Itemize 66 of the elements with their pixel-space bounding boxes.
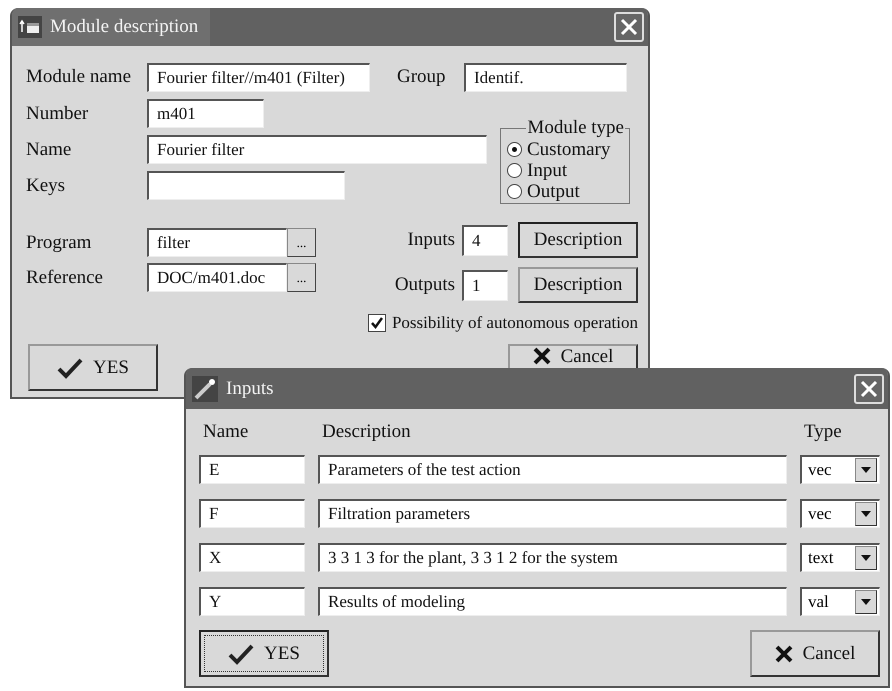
radio-button[interactable]: [507, 163, 522, 178]
description-field[interactable]: Results of modeling: [318, 587, 787, 616]
yes-button[interactable]: YES: [28, 344, 158, 391]
text-field[interactable]: filter: [147, 228, 287, 257]
column-header: Name: [202, 421, 250, 443]
text-field[interactable]: m401: [147, 99, 264, 128]
dropdown-arrow-icon: [861, 511, 871, 517]
text-field[interactable]: Fourier filter: [147, 135, 487, 164]
type-dropdown[interactable]: vec: [800, 499, 880, 528]
group-title: Module type: [526, 117, 625, 139]
dropdown-arrow-icon: [861, 599, 871, 605]
count-field[interactable]: 1: [462, 270, 508, 300]
close-icon: [860, 380, 878, 398]
field-label: Reference: [26, 266, 104, 288]
radio-button[interactable]: [507, 184, 522, 199]
description-field[interactable]: 3 3 1 3 for the plant, 3 3 1 2 for the system: [318, 543, 787, 572]
description-button[interactable]: Description: [518, 222, 638, 258]
browse-button[interactable]: ...: [287, 263, 316, 292]
radio-label: Customary: [527, 138, 610, 160]
description-button[interactable]: Description: [518, 267, 638, 303]
text-field[interactable]: Fourier filter//m401 (Filter): [147, 62, 370, 92]
cancel-button[interactable]: Cancel: [750, 630, 880, 677]
dropdown-arrow-icon: [861, 555, 871, 561]
close-button[interactable]: [854, 374, 884, 404]
name-field[interactable]: Y: [199, 587, 305, 616]
wand-icon: [192, 376, 218, 402]
field-label: Keys: [26, 174, 66, 196]
type-dropdown[interactable]: text: [800, 543, 880, 572]
checkbox[interactable]: [368, 314, 386, 332]
checkmark-icon: [57, 356, 84, 378]
name-field[interactable]: F: [199, 499, 305, 528]
field-label: Outputs: [394, 274, 455, 296]
description-field[interactable]: Filtration parameters: [318, 499, 787, 528]
text-field[interactable]: Identif.: [464, 62, 627, 92]
type-dropdown[interactable]: val: [800, 587, 880, 616]
type-dropdown[interactable]: vec: [800, 455, 880, 484]
column-header: Description: [321, 421, 412, 443]
field-label: Number: [26, 102, 90, 124]
close-icon: [620, 18, 638, 36]
field-label: Group: [397, 66, 447, 88]
description-field[interactable]: Parameters of the test action: [318, 455, 787, 484]
radio-button[interactable]: [507, 142, 522, 157]
radio-label: Output: [527, 180, 580, 202]
checkmark-icon: [228, 642, 254, 664]
close-button[interactable]: [614, 12, 644, 42]
window-title: Module description: [50, 16, 198, 38]
text-field[interactable]: [147, 171, 345, 200]
cross-icon: [532, 347, 551, 365]
yes-button[interactable]: YES: [199, 630, 329, 677]
field-label: Program: [26, 232, 92, 254]
name-field[interactable]: X: [199, 543, 305, 572]
name-field[interactable]: E: [199, 455, 305, 484]
window-icon: [18, 16, 42, 38]
checkmark-icon: [370, 317, 383, 329]
count-field[interactable]: 4: [462, 224, 508, 256]
window-title: Inputs: [226, 378, 274, 400]
text-field[interactable]: DOC/m401.doc: [147, 263, 287, 292]
cross-icon: [774, 644, 793, 662]
field-label: Inputs: [406, 229, 455, 251]
browse-button[interactable]: ...: [287, 228, 316, 257]
checkbox-label: Possibility of autonomous operation: [392, 313, 638, 333]
radio-label: Input: [527, 160, 568, 182]
column-header: Type: [803, 421, 843, 443]
field-label: Module name: [26, 66, 132, 88]
field-label: Name: [26, 138, 72, 160]
dropdown-arrow-icon: [861, 467, 871, 473]
